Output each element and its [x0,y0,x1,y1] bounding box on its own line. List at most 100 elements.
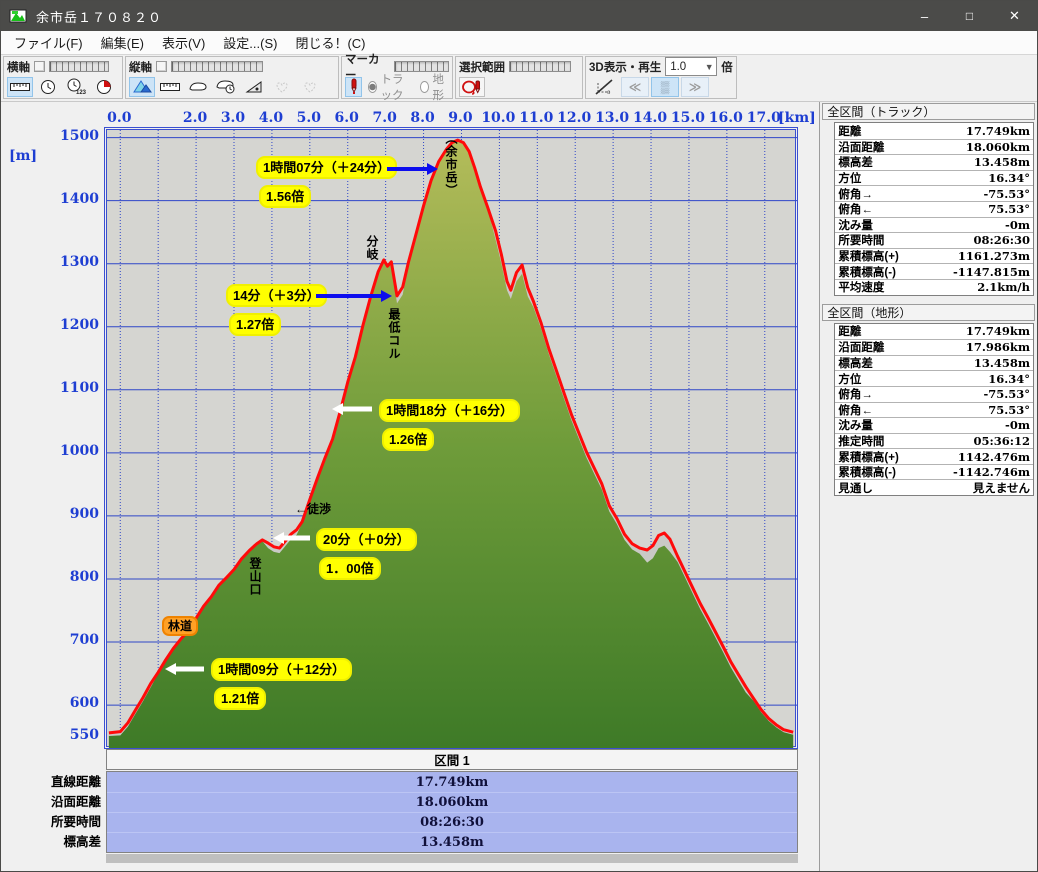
haxis-time-button[interactable] [35,77,61,97]
playback-speed-select[interactable]: 1.0 ▼ [665,57,717,76]
stat-label: 累積標高(-) [838,464,896,480]
haxis-distance-button[interactable] [7,77,33,97]
marker-pen-button[interactable] [345,77,362,97]
section-table: 17.749km18.060km08:26:3013.458m [106,771,798,853]
stat-value: -1142.746m [953,465,1030,479]
stat-label: 所要時間 [838,232,884,248]
x-tick-label: 9.0 [448,110,472,126]
haxis-pie-button[interactable] [91,77,117,97]
stat-value: 75.53° [988,403,1030,417]
elevation-profile-svg [107,130,797,748]
mountain-icon [132,79,152,94]
marker-radio-terrain[interactable]: 地形 [420,71,449,103]
stat-label: 沿面距離 [838,339,884,355]
stats-terrain-header: 全区間（地形） [822,304,1035,321]
point-label: 分岐 [365,235,378,261]
y-tick-label: 1100 [29,380,99,396]
x-tick-label: 7.0 [372,110,396,126]
haxis-mini-button[interactable] [34,61,45,72]
y-tick-label: 600 [29,695,99,711]
stat-label: 俯角→ [838,186,873,202]
stat-value: 1161.273m [958,249,1030,263]
toolbar-group-haxis: 横軸 123 [3,56,123,99]
stat-label: 見通し [838,480,873,496]
stats-panel: 全区間（トラック） 距離17.749km沿面距離18.060km標高差13.45… [819,102,1037,872]
pace-annotation: 1時間18分（＋16分） [379,399,520,422]
menu-file[interactable]: ファイル(F) [5,30,92,55]
white-arrow-icon [165,660,204,678]
minimize-button[interactable]: – [902,1,947,31]
chart-region: [m] 0.02.03.04.05.06.07.08.09.010.011.01… [1,102,819,872]
lasso-pen-icon [461,79,483,95]
pace-ratio-annotation: 1．00倍 [319,557,381,580]
close-button[interactable]: ✕ [992,1,1037,31]
haxis-time-number-button[interactable]: 123 [63,77,89,97]
toolbar-group-vaxis: 縦軸 [125,56,339,99]
app-icon [9,8,27,24]
stat-label: 俯角← [838,201,873,217]
vaxis-speed-time-button[interactable] [213,77,239,97]
rewind-button[interactable]: ≪ [621,77,649,97]
stop-icon: ▒ [661,80,670,94]
playback-speed-value: 1.0 [666,61,702,73]
stat-value: -0m [1005,218,1030,232]
stat-label: 累積標高(-) [838,264,896,280]
vaxis-distance-button[interactable] [157,77,183,97]
stat-value: -1147.815m [953,265,1030,279]
heart-icon [302,80,318,94]
svg-text:123: 123 [76,90,86,95]
pace-ratio-annotation: 1.26倍 [382,428,434,451]
stat-label: 平均速度 [838,279,884,295]
vaxis-mini-button[interactable] [156,61,167,72]
selection-slider[interactable] [509,61,571,72]
stat-row: 累積標高(-) -1147.815m [835,263,1033,279]
x-tick-label: 15.0 [671,110,705,126]
marker-radio-track[interactable]: トラック [368,71,414,103]
stats-track-table: 距離17.749km沿面距離18.060km標高差13.458m方位16.34°… [834,122,1034,296]
maximize-button[interactable]: □ [947,1,992,31]
stat-row: 標高差13.458m [835,154,1033,170]
selection-lasso-button[interactable] [459,77,485,97]
stat-value: 16.34° [988,372,1030,386]
stat-value: -75.53° [983,187,1030,201]
stat-label: 俯角→ [838,386,873,402]
vaxis-elevation-button[interactable] [129,77,155,97]
vaxis-zoom-slider[interactable] [171,61,263,72]
stat-label: 距離 [838,323,861,339]
x-tick-label: 14.0 [633,110,667,126]
vaxis-slope-button[interactable] [241,77,267,97]
blue-arrow-icon [387,160,438,178]
toolbar-group-selection: 選択範囲 [455,56,583,99]
stat-label: 標高差 [838,355,873,371]
radio-dot-icon [420,81,429,93]
stop-button[interactable]: ▒ [651,77,679,97]
y-tick-label: 1400 [29,191,99,207]
section-row-label: 所要時間 [13,812,101,832]
menu-bar: ファイル(F) 編集(E) 表示(V) 設定...(S) 閉じる！(C) [1,31,1037,55]
point-label: 登山口 [248,557,261,596]
vaxis-hr-button-1[interactable] [269,77,295,97]
stat-row: 距離17.749km [835,123,1033,139]
vaxis-hr-button-2[interactable] [297,77,323,97]
stat-row: 所要時間08:26:30 [835,232,1033,248]
stat-label: 推定時間 [838,433,884,449]
vaxis-speed-button[interactable] [185,77,211,97]
x-tick-label: 5.0 [297,110,321,126]
3d-view-button[interactable]: o [589,77,619,97]
menu-edit[interactable]: 編集(E) [92,30,153,55]
stat-label: 沈み量 [838,217,873,233]
slope-icon [245,80,263,94]
elevation-plot[interactable] [106,129,796,747]
forward-button[interactable]: ≫ [681,77,709,97]
white-arrow-icon [332,400,372,418]
y-axis-unit: [m] [9,148,37,164]
menu-view[interactable]: 表示(V) [153,30,214,55]
menu-settings[interactable]: 設定...(S) [214,30,286,55]
x-tick-label: 12.0 [557,110,591,126]
white-arrow-icon [273,529,310,547]
haxis-zoom-slider[interactable] [49,61,109,72]
title-bar: 余市岳１７０８２０ – □ ✕ [1,1,1037,31]
stat-value: 2.1km/h [977,280,1030,294]
pace-ratio-annotation: 1.21倍 [214,687,266,710]
clock-icon [40,79,56,95]
